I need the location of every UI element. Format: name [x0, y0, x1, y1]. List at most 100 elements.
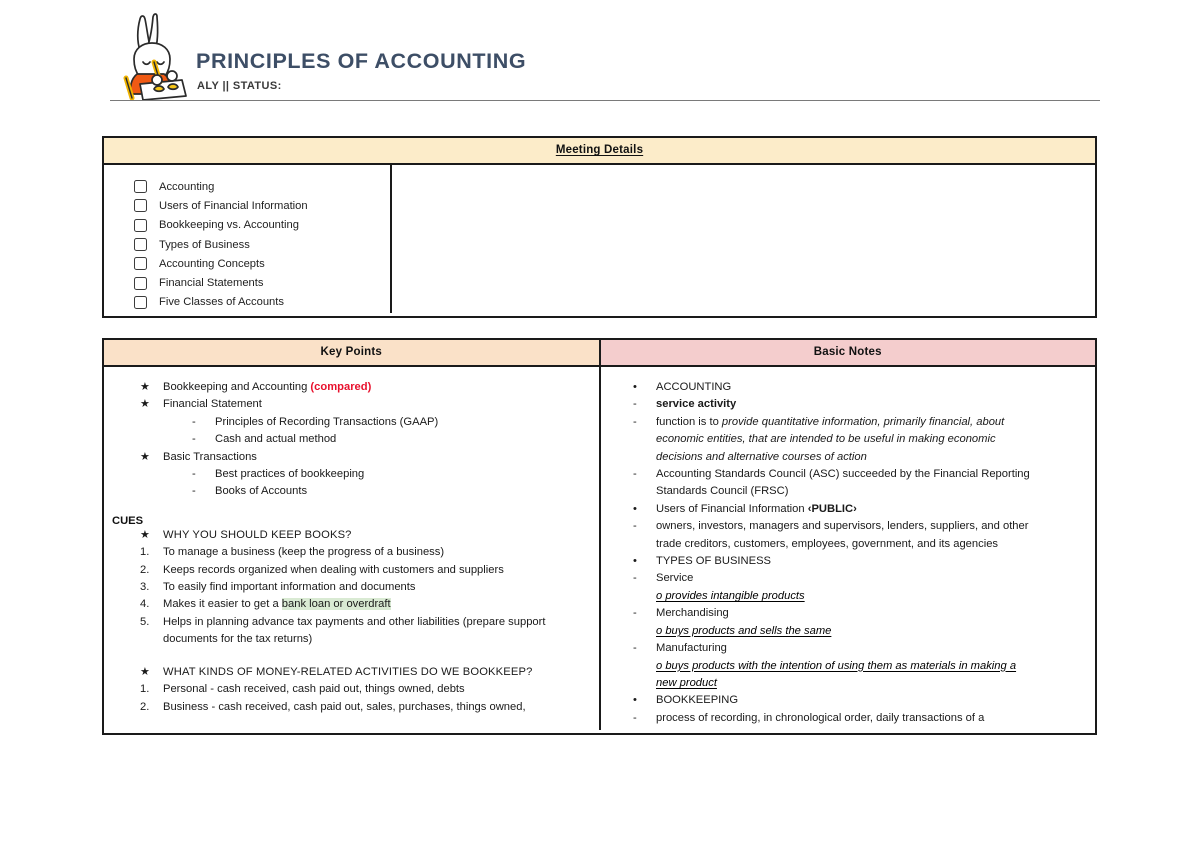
- numbered-item: 4. Makes it easier to get a bank loan or …: [104, 596, 589, 613]
- meeting-checklist: Accounting Users of Financial Information…: [104, 165, 392, 313]
- checklist-row[interactable]: Financial Statements: [134, 273, 390, 292]
- checklist-label: Financial Statements: [159, 277, 264, 290]
- checklist-row[interactable]: Accounting: [134, 177, 390, 196]
- cues-label: CUES: [112, 514, 144, 527]
- list-text: WHY YOU SHOULD KEEP BOOKS?: [163, 528, 352, 541]
- list-text: Principles of Recording Transactions (GA…: [215, 415, 439, 428]
- list-marker: ★: [140, 528, 151, 541]
- emphasis-text: ‹PUBLIC›: [807, 502, 857, 515]
- list-marker: -: [633, 572, 637, 585]
- highlighted-text: bank loan or overdraft: [281, 598, 391, 611]
- list-text: Financial Statement: [163, 398, 262, 411]
- note-text: provide quantitative information, primar…: [721, 415, 1005, 428]
- note-text: Standards Council (FRSC): [656, 485, 789, 498]
- checklist-row[interactable]: Bookkeeping vs. Accounting: [134, 216, 390, 235]
- meeting-details-header: Meeting Details: [104, 138, 1095, 165]
- list-marker: •: [633, 694, 637, 707]
- checkbox-unchecked-icon[interactable]: [134, 218, 147, 232]
- list-marker: •: [633, 502, 637, 515]
- note-text: trade creditors, customers, employees, g…: [656, 537, 999, 550]
- numbered-item: 1. To manage a business (keep the progres…: [104, 544, 589, 561]
- list-text: BOOKKEEPING: [656, 694, 739, 707]
- list-marker: ★: [140, 665, 151, 678]
- list-marker: ★: [140, 398, 151, 411]
- list-text: Users of Financial Information ‹PUBLIC›: [656, 502, 857, 515]
- meeting-notes-area[interactable]: [392, 165, 1095, 313]
- basic-note-item: • TYPES OF BUSINESS: [601, 553, 1087, 570]
- list-marker: -: [633, 711, 637, 724]
- checklist-label: Accounting Concepts: [159, 257, 265, 270]
- list-text: Helps in planning advance tax payments a…: [163, 615, 546, 646]
- notes-table: Key Points Basic Notes ★ Bookkeeping and …: [102, 338, 1097, 735]
- checkbox-unchecked-icon[interactable]: [134, 199, 147, 213]
- note-continuation: decisions and alternative courses of act…: [601, 449, 1087, 466]
- basic-note-item: • BOOKKEEPING: [601, 692, 1087, 709]
- note-subitem: o buys products and sells the same: [601, 623, 1087, 640]
- checklist-label: Users of Financial Information: [159, 199, 308, 212]
- checkbox-unchecked-icon[interactable]: [134, 238, 147, 252]
- list-text: Manufacturing: [656, 642, 727, 655]
- list-text: function is to provide quantitative info…: [656, 415, 1005, 428]
- list-marker: 2.: [140, 700, 150, 713]
- numbered-item: 1. Personal - cash received, cash paid ou…: [104, 681, 589, 698]
- note-subitem-text: o buys products and sells the same: [656, 624, 832, 637]
- key-point-item: - Cash and actual method: [104, 431, 589, 448]
- list-text: Makes it easier to get a bank loan or ov…: [163, 598, 391, 611]
- note-subitem: o buys products with the intention of us…: [601, 658, 1087, 675]
- rabbit-writing-icon: [110, 12, 188, 101]
- list-marker: ★: [140, 381, 151, 393]
- checklist-label: Accounting: [159, 180, 215, 193]
- checklist-label: Five Classes of Accounts: [159, 296, 284, 309]
- list-marker: 1.: [140, 546, 150, 559]
- numbered-item: 5. Helps in planning advance tax payments…: [104, 614, 589, 649]
- list-text: Books of Accounts: [215, 485, 308, 498]
- list-marker: -: [192, 415, 196, 428]
- numbered-item: 3. To easily find important information a…: [104, 579, 589, 596]
- checklist-label: Bookkeeping vs. Accounting: [159, 219, 299, 232]
- checkbox-unchecked-icon[interactable]: [134, 180, 147, 194]
- list-marker: 3.: [140, 581, 150, 594]
- list-marker: 2.: [140, 563, 150, 576]
- key-point-item: - Principles of Recording Transactions (G…: [104, 414, 589, 431]
- key-point-item: - Best practices of bookkeeping: [104, 466, 589, 483]
- list-text: Service: [656, 572, 694, 585]
- list-text: Merchandising: [656, 607, 729, 620]
- checklist-row[interactable]: Users of Financial Information: [134, 196, 390, 215]
- list-text: Bookkeeping and Accounting (compared): [163, 381, 372, 393]
- note-subitem-text: o provides intangible products: [656, 589, 805, 602]
- list-marker: -: [192, 468, 196, 481]
- list-marker: 4.: [140, 598, 150, 611]
- list-marker: -: [633, 415, 637, 428]
- list-text: Cash and actual method: [215, 433, 337, 446]
- basic-note-item: • ACCOUNTING: [601, 379, 1087, 396]
- basic-note-item: - service activity: [601, 396, 1087, 413]
- key-point-item: ★ Basic Transactions: [104, 449, 589, 466]
- checkbox-unchecked-icon[interactable]: [134, 276, 147, 290]
- list-marker: -: [633, 642, 637, 655]
- note-text: economic entities, that are intended to …: [656, 433, 996, 446]
- list-text: Best practices of bookkeeping: [215, 468, 365, 481]
- key-points-column: ★ Bookkeeping and Accounting (compared) ★ F…: [104, 367, 601, 730]
- checklist-row[interactable]: Types of Business: [134, 235, 390, 254]
- basic-note-item: - process of recording, in chronological …: [601, 710, 1087, 727]
- list-marker: 1.: [140, 683, 150, 696]
- page-title: PRINCIPLES OF ACCOUNTING: [196, 49, 527, 74]
- list-marker: -: [633, 468, 637, 481]
- note-subitem: o provides intangible products: [601, 588, 1087, 605]
- basic-note-item: - Manufacturing: [601, 640, 1087, 657]
- checkbox-unchecked-icon[interactable]: [134, 257, 147, 271]
- checkbox-unchecked-icon[interactable]: [134, 295, 147, 309]
- list-marker: •: [633, 381, 637, 393]
- checklist-row[interactable]: Accounting Concepts: [134, 254, 390, 273]
- note-continuation: economic entities, that are intended to …: [601, 431, 1087, 448]
- header-divider: [110, 100, 1100, 101]
- basic-note-item: - function is to provide quantitative inf…: [601, 414, 1087, 431]
- note-continuation: trade creditors, customers, employees, g…: [601, 536, 1087, 553]
- list-text: owners, investors, managers and supervis…: [656, 520, 1029, 533]
- list-marker: ★: [140, 450, 151, 463]
- basic-note-item: - Service: [601, 570, 1087, 587]
- note-subitem: new product: [601, 675, 1087, 692]
- checklist-row[interactable]: Five Classes of Accounts: [134, 293, 390, 312]
- list-text: WHAT KINDS OF MONEY-RELATED ACTIVITIES D…: [163, 665, 533, 678]
- list-text: Business - cash received, cash paid out,…: [163, 700, 526, 713]
